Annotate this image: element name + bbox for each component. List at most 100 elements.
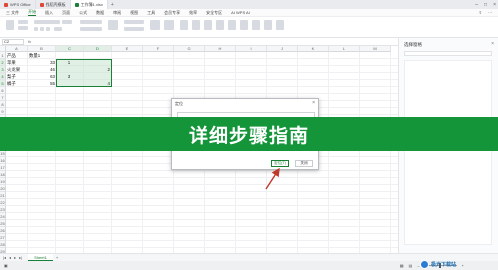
new-tab-button[interactable]: + — [108, 2, 117, 8]
column-header-d[interactable]: D — [84, 46, 112, 52]
menu-security[interactable]: 安全专区 — [206, 10, 222, 16]
cell-d3[interactable]: 2 — [84, 66, 110, 73]
underline-icon[interactable] — [46, 27, 50, 31]
dialog-cancel-button[interactable]: 关闭 — [295, 160, 313, 167]
fill-icon[interactable] — [216, 20, 224, 30]
more-icon[interactable]: ⋯ — [488, 10, 492, 15]
grid-row-line — [6, 184, 398, 185]
cell-a4[interactable]: 梨子 — [7, 73, 27, 80]
column-header-c[interactable]: C — [56, 46, 84, 52]
prev-sheet-icon[interactable]: ◂ — [9, 255, 11, 260]
close-icon[interactable]: × — [493, 2, 496, 8]
name-box[interactable]: C2 — [2, 38, 24, 45]
menu-tools[interactable]: 工具 — [147, 10, 155, 16]
minimize-icon[interactable]: – — [475, 2, 478, 8]
filter-icon[interactable] — [192, 20, 200, 30]
add-sheet-button[interactable]: + — [56, 255, 58, 260]
tab-label: WPS Office — [10, 2, 31, 7]
grid-row-line — [6, 247, 398, 248]
column-header-f[interactable]: F — [143, 46, 174, 52]
conditional-format-icon[interactable] — [150, 20, 160, 30]
fx-icon[interactable]: fx — [28, 39, 31, 44]
menu-home[interactable]: 开始 — [28, 9, 37, 16]
fill-color-icon[interactable] — [54, 27, 62, 31]
cell-a2[interactable]: 苹果 — [7, 59, 27, 66]
cell-b4[interactable]: 63 — [29, 73, 55, 80]
grid-row-line — [6, 191, 398, 192]
wrap-icon[interactable] — [80, 27, 102, 31]
menu-page[interactable]: 页面 — [62, 10, 70, 16]
tab-template[interactable]: 找稻壳模板 — [36, 0, 71, 9]
freeze-icon[interactable] — [264, 20, 272, 30]
next-sheet-icon[interactable]: ▸ — [14, 255, 16, 260]
find-icon[interactable] — [276, 20, 284, 30]
cut-icon[interactable] — [18, 20, 28, 24]
column-header-e[interactable]: E — [112, 46, 143, 52]
zoom-in-icon[interactable]: + — [462, 263, 464, 268]
cell-c4[interactable]: 3 — [56, 73, 82, 80]
title-tab-bar: WPS Office 找稻壳模板 工作簿1.xlsx + – □ × — [0, 0, 498, 9]
cell-b5[interactable]: 55 — [29, 80, 55, 87]
merge-icon[interactable] — [108, 20, 118, 30]
column-header-g[interactable]: G — [174, 46, 205, 52]
font-size-select[interactable] — [62, 20, 72, 24]
cell-b1[interactable]: 数量1 — [29, 52, 55, 59]
cell-icon[interactable] — [228, 20, 236, 30]
menu-wps-ai[interactable]: AI WPS AI — [231, 10, 250, 15]
font-family-select[interactable] — [34, 20, 60, 24]
watermark-text: 极光下载站 — [431, 262, 457, 268]
bold-icon[interactable] — [34, 27, 38, 31]
sum-icon[interactable] — [180, 20, 188, 30]
cell-d5[interactable]: 4 — [84, 80, 110, 87]
column-header-i[interactable]: I — [236, 46, 267, 52]
number-format-select[interactable] — [124, 20, 144, 24]
copy-icon[interactable] — [18, 26, 28, 30]
pane-search-box[interactable] — [404, 51, 492, 56]
grid-column-line — [390, 52, 391, 253]
ribbon-toolbar — [0, 17, 498, 38]
menu-formula[interactable]: 公式 — [79, 10, 87, 16]
worksheet-icon[interactable] — [252, 20, 260, 30]
share-icon[interactable]: ⇪ — [479, 10, 482, 15]
column-header-m[interactable]: M — [360, 46, 391, 52]
column-header-j[interactable]: J — [267, 46, 298, 52]
menu-insert[interactable]: 插入 — [45, 10, 53, 16]
dialog-ok-button[interactable]: 定位(T) — [271, 160, 289, 167]
menu-efficiency[interactable]: 效率 — [189, 10, 197, 16]
cell-b2[interactable]: 33 — [29, 59, 55, 66]
menu-view[interactable]: 视图 — [130, 10, 138, 16]
cell-b3[interactable]: 46 — [29, 66, 55, 73]
dialog-title: 定位 — [175, 101, 183, 106]
cell-a3[interactable]: 火龙果 — [7, 66, 27, 73]
italic-icon[interactable] — [40, 27, 44, 31]
column-header-l[interactable]: L — [329, 46, 360, 52]
cell-c2[interactable]: 1 — [56, 59, 82, 66]
tab-workbook[interactable]: 工作簿1.xlsx — [70, 0, 108, 9]
column-header-h[interactable]: H — [205, 46, 236, 52]
align-icon[interactable] — [80, 20, 102, 24]
table-style-icon[interactable] — [164, 20, 174, 30]
dialog-close-icon[interactable]: × — [312, 100, 315, 106]
cell-a5[interactable]: 橘子 — [7, 80, 27, 87]
menu-file[interactable]: 三 文件 — [6, 10, 19, 16]
menu-data[interactable]: 数据 — [96, 10, 104, 16]
grid-row-line — [6, 233, 398, 234]
menu-review[interactable]: 审阅 — [113, 10, 121, 16]
row-col-icon[interactable] — [240, 20, 248, 30]
column-header-k[interactable]: K — [298, 46, 329, 52]
sort-icon[interactable] — [204, 20, 212, 30]
grid-column-line — [142, 52, 143, 253]
sheet-tab-sheet1[interactable]: Sheet1 — [28, 254, 53, 261]
view-page-icon[interactable]: ▤ — [409, 263, 413, 268]
cell-a1[interactable]: 产品 — [7, 52, 27, 59]
last-sheet-icon[interactable]: ▸| — [19, 255, 22, 260]
menu-member[interactable]: 会员专享 — [164, 10, 180, 16]
tab-wps-office[interactable]: WPS Office — [0, 0, 36, 9]
maximize-icon[interactable]: □ — [484, 2, 487, 8]
percent-icon[interactable] — [124, 27, 144, 31]
paste-icon[interactable] — [6, 20, 14, 30]
pane-close-icon[interactable]: × — [491, 41, 494, 47]
sheet-nav: |◂ ◂ ▸ ▸| — [3, 255, 22, 260]
view-normal-icon[interactable]: ▦ — [400, 263, 404, 268]
first-sheet-icon[interactable]: |◂ — [3, 255, 6, 260]
